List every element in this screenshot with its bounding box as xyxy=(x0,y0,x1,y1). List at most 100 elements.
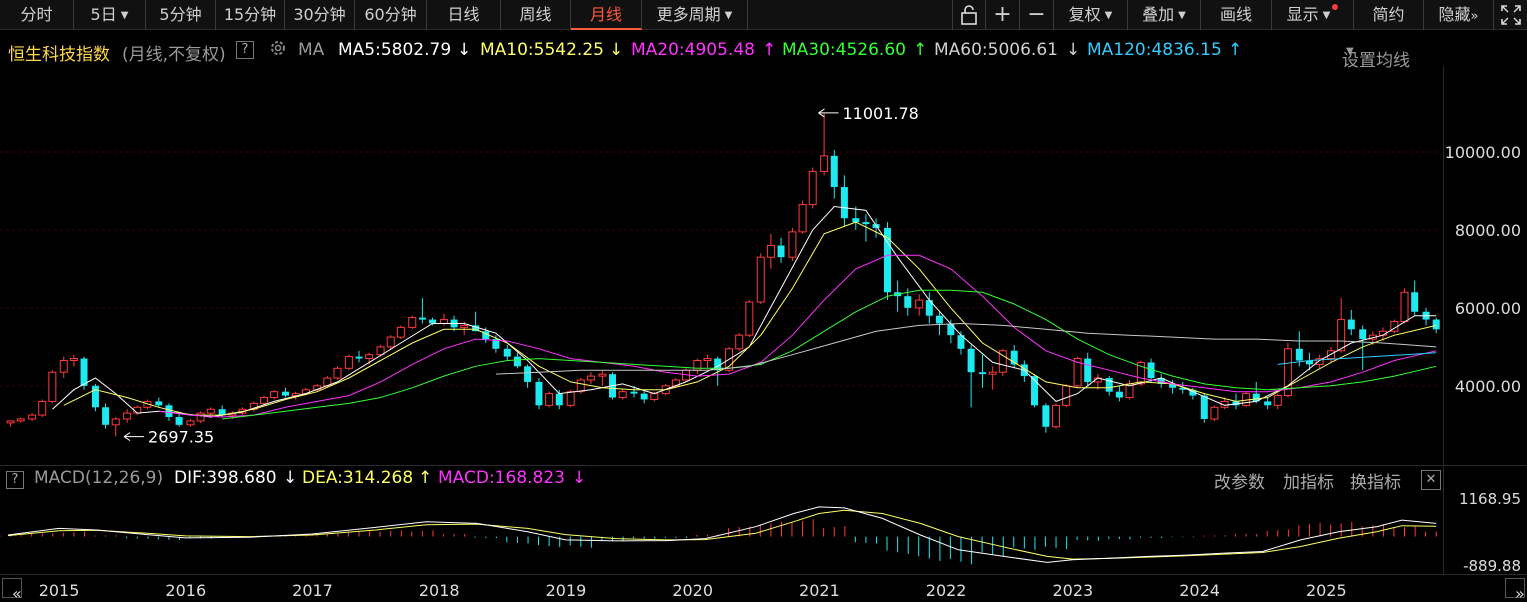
tab-monthly[interactable]: 月线 xyxy=(571,0,642,30)
tab-30min[interactable]: 30分钟 xyxy=(285,0,355,30)
ma5-value: MA5:5802.79 xyxy=(338,40,452,60)
candle-body xyxy=(333,367,342,379)
index-name: 恒生科技指数 xyxy=(8,45,110,65)
candle-body xyxy=(566,391,575,406)
candle-body xyxy=(16,418,25,422)
tab-weekly[interactable]: 周线 xyxy=(501,0,571,30)
candle-body xyxy=(1337,319,1346,352)
draw-button[interactable]: 画线 xyxy=(1201,0,1272,30)
ma-label: MA xyxy=(298,40,325,60)
candle-body xyxy=(586,375,595,381)
overlay-button[interactable]: 叠加 ▼ xyxy=(1128,0,1201,30)
candle-body xyxy=(102,407,110,425)
candle-body xyxy=(165,405,173,418)
tab-5day[interactable]: 5日 ▼ xyxy=(74,0,146,30)
candle-body xyxy=(1200,395,1208,419)
low-annotation-label: 2697.35 xyxy=(148,428,214,447)
display-button[interactable]: 显示 ▼ xyxy=(1272,0,1354,30)
ma60-value: MA60:5006.61 xyxy=(934,40,1058,60)
x-tick-label: 2024 xyxy=(1179,581,1220,600)
zoom-in-button[interactable]: + xyxy=(986,0,1020,30)
candle-body xyxy=(1084,358,1092,382)
scroll-left-button[interactable]: « xyxy=(2,578,22,602)
fullscreen-button[interactable] xyxy=(1494,0,1527,30)
y-tick-label: 4000.00 xyxy=(1455,377,1521,396)
tab-5min[interactable]: 5分钟 xyxy=(146,0,216,30)
lock-button[interactable] xyxy=(952,0,986,30)
ma20-value: MA20:4905.48 xyxy=(631,40,755,60)
down-arrow-icon: ↓ xyxy=(1066,40,1081,60)
close-indicator-button[interactable]: ✕ xyxy=(1421,470,1441,490)
candle-body xyxy=(282,391,290,396)
tab-daily[interactable]: 日线 xyxy=(427,0,501,30)
gear-icon[interactable] xyxy=(268,38,288,63)
ma10-value: MA10:5542.25 xyxy=(480,40,604,60)
candle-body xyxy=(439,319,448,324)
candle-body xyxy=(206,408,215,414)
indicator-info-bar: 恒生科技指数 (月线,不复权) ? MA MA5:5802.79 ↓ MA10:… xyxy=(0,34,1440,71)
display-label: 显示 xyxy=(1286,5,1319,24)
candle-body xyxy=(1347,319,1355,330)
candle-body xyxy=(80,358,88,386)
zoom-out-button[interactable]: − xyxy=(1020,0,1054,30)
candle-body xyxy=(1062,385,1071,406)
candle-body xyxy=(460,324,469,328)
ma120-value: MA120:4836.15 xyxy=(1087,40,1222,60)
candle-body xyxy=(1264,401,1272,406)
help-button[interactable]: ? xyxy=(236,41,254,59)
candle-body xyxy=(155,401,163,406)
macd-y-bottom-label: -889.88 xyxy=(1463,557,1521,574)
x-tick-label: 2021 xyxy=(799,581,840,600)
candle-body xyxy=(513,356,521,367)
candle-body xyxy=(618,391,627,399)
tab-60min[interactable]: 60分钟 xyxy=(355,0,427,30)
down-arrow-icon: ↓ xyxy=(457,40,472,60)
candle-body xyxy=(196,412,205,422)
candle-body xyxy=(175,417,183,425)
chevron-left-icon: « xyxy=(12,584,22,602)
candle-body xyxy=(820,155,829,172)
dif-value: DIF:398.680 xyxy=(174,468,277,488)
tab-fenshi[interactable]: 分时 xyxy=(0,0,74,30)
macd-chart[interactable]: 1168.95 -889.88 xyxy=(0,490,1527,574)
tab-15min[interactable]: 15分钟 xyxy=(216,0,285,30)
candle-body xyxy=(915,299,924,309)
tab-more-periods[interactable]: 更多周期 ▼ xyxy=(642,0,748,30)
down-arrow-icon: ↓ xyxy=(283,468,298,488)
candle-body xyxy=(524,366,532,382)
macd-info-bar: ? MACD(12,26,9) DIF:398.680 ↓ DEA:314.26… xyxy=(0,465,1527,493)
candle-body xyxy=(270,391,279,399)
scroll-right-button[interactable]: » xyxy=(1505,578,1525,602)
candle-body xyxy=(745,301,754,336)
candle-body xyxy=(396,326,405,338)
notification-dot-icon xyxy=(1332,4,1339,10)
candle-body xyxy=(967,348,975,373)
candle-body xyxy=(111,418,120,426)
candle-body xyxy=(650,393,659,400)
candle-body xyxy=(1273,395,1282,406)
up-arrow-icon: ↑ xyxy=(418,468,433,488)
candle-body xyxy=(852,218,860,223)
chevron-down-icon: ▼ xyxy=(1322,10,1331,21)
candle-body xyxy=(766,245,775,258)
macd-help-button[interactable]: ? xyxy=(6,471,24,489)
tab-more-label: 更多周期 xyxy=(656,5,721,24)
fuquan-button[interactable]: 复权 ▼ xyxy=(1054,0,1128,30)
chevron-down-icon: ▼ xyxy=(1346,46,1354,57)
overlay-label: 叠加 xyxy=(1142,5,1175,24)
x-tick-label: 2020 xyxy=(672,581,714,600)
period-toolbar: 分时 5日 ▼ 5分钟 15分钟 30分钟 60分钟 日线 周线 月线 更多周期 ▼… xyxy=(0,0,1527,30)
candlestick-chart[interactable]: 4000.00 6000.00 8000.00 10000.00 11001.78 269… xyxy=(0,66,1527,464)
up-arrow-icon: ↑ xyxy=(913,40,928,60)
candle-body xyxy=(186,420,195,426)
candle-body xyxy=(1359,329,1367,340)
lock-icon xyxy=(961,5,977,25)
hide-button[interactable]: 隐藏» xyxy=(1424,0,1494,30)
x-tick-label: 2017 xyxy=(292,581,333,600)
x-tick-label: 2019 xyxy=(545,581,587,600)
simple-button[interactable]: 简约 xyxy=(1354,0,1424,30)
x-tick-label: 2015 xyxy=(38,581,80,600)
candle-body xyxy=(904,296,912,308)
chevron-down-icon: ▼ xyxy=(1178,10,1186,21)
candle-body xyxy=(777,245,785,258)
